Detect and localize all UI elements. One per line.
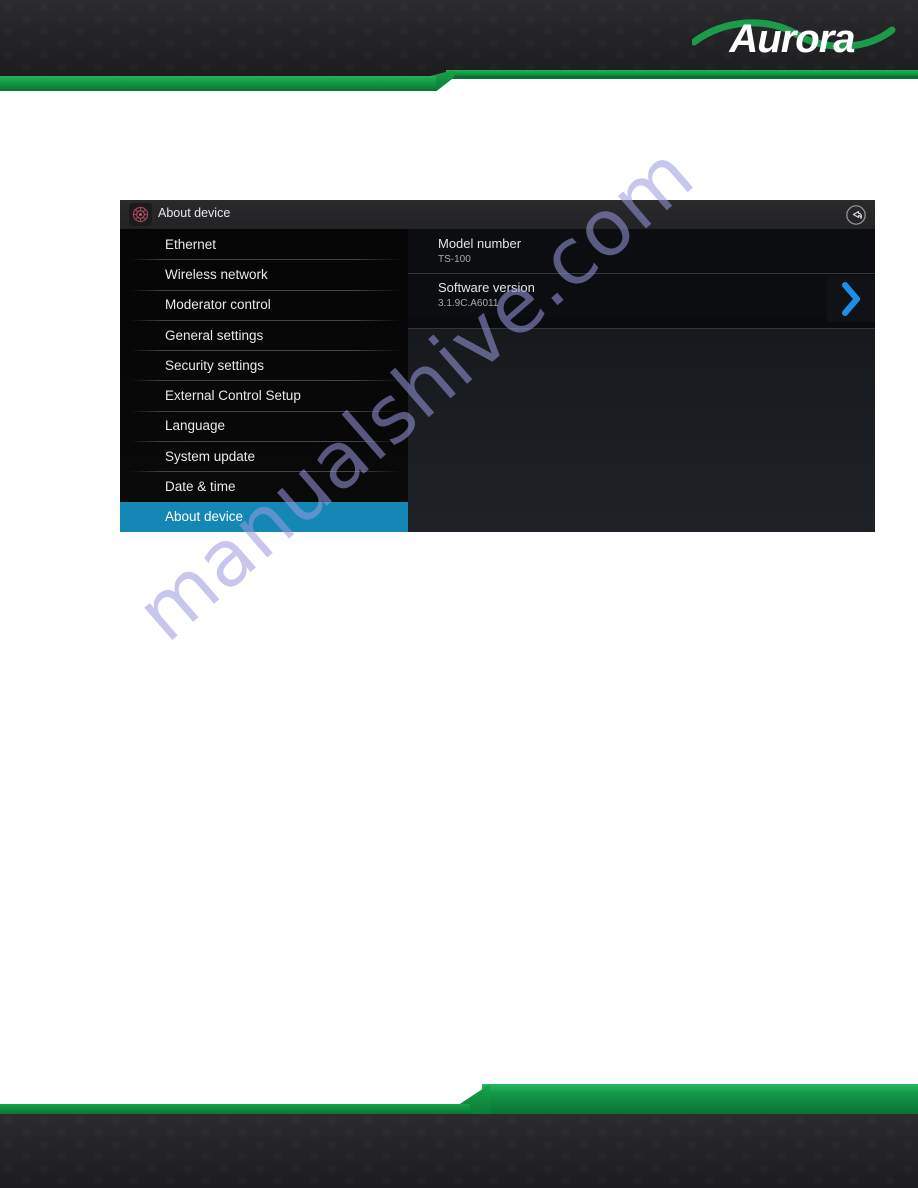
device-title-bar: About device: [120, 200, 875, 229]
sidebar-item-general-settings[interactable]: General settings: [120, 319, 408, 350]
sidebar-item-label: Ethernet: [165, 236, 217, 252]
content-divider: [408, 328, 875, 329]
sidebar-item-about-device[interactable]: About device: [120, 501, 408, 532]
sidebar-item-date-and-time[interactable]: Date & time: [120, 471, 408, 501]
footer-green-stripe-right: [482, 1084, 918, 1115]
about-device-content: Model number TS-100 Software version 3.1…: [408, 229, 875, 532]
sidebar-item-moderator-control[interactable]: Moderator control: [120, 289, 408, 320]
sidebar-item-security-settings[interactable]: Security settings: [120, 350, 408, 380]
sidebar-item-label: Moderator control: [165, 297, 271, 313]
sidebar-item-label: Date & time: [165, 479, 236, 495]
device-title-text: About device: [158, 206, 231, 220]
device-info-list: Model number TS-100 Software version 3.1…: [408, 229, 875, 317]
sidebar-item-label: Security settings: [165, 357, 265, 373]
device-panel-body: Ethernet Wireless network Moderator cont…: [120, 229, 875, 532]
sidebar-item-label: Wireless network: [165, 266, 268, 282]
model-number-value: TS-100: [438, 254, 471, 265]
page-header: Aurora: [0, 0, 918, 100]
page-footer: [0, 1068, 918, 1188]
sidebar-item-label: General settings: [165, 327, 264, 343]
list-item[interactable]: Model number TS-100: [408, 229, 875, 273]
sidebar-item-language[interactable]: Language: [120, 410, 408, 441]
sidebar-item-label: System update: [165, 448, 256, 464]
sidebar-item-wireless-network[interactable]: Wireless network: [120, 259, 408, 289]
sidebar-item-label: External Control Setup: [165, 388, 301, 404]
aurora-logo: Aurora: [690, 12, 896, 64]
software-version-label: Software version: [438, 280, 535, 295]
header-green-shadow-right: [446, 76, 918, 79]
model-number-label: Model number: [438, 236, 522, 251]
settings-sidebar: Ethernet Wireless network Moderator cont…: [120, 229, 408, 532]
list-item[interactable]: Software version 3.1.9C.A6011: [408, 273, 875, 317]
sidebar-item-ethernet[interactable]: Ethernet: [120, 229, 408, 259]
sidebar-item-label: About device: [165, 509, 244, 525]
circular-back-arrow-icon[interactable]: [844, 203, 868, 227]
device-settings-screenshot: About device Ethernet Wireless network M…: [120, 200, 875, 532]
software-version-value: 3.1.9C.A6011: [438, 298, 499, 309]
sidebar-item-system-update[interactable]: System update: [120, 441, 408, 471]
header-green-stripe-left: [0, 76, 436, 91]
chevron-right-icon[interactable]: [827, 276, 875, 322]
aurora-logo-text: Aurora: [728, 17, 855, 61]
sidebar-item-label: Language: [165, 418, 226, 434]
sidebar-item-external-control-setup[interactable]: External Control Setup: [120, 380, 408, 410]
settings-gear-icon: [129, 203, 152, 226]
footer-dark-panel: [0, 1114, 918, 1188]
